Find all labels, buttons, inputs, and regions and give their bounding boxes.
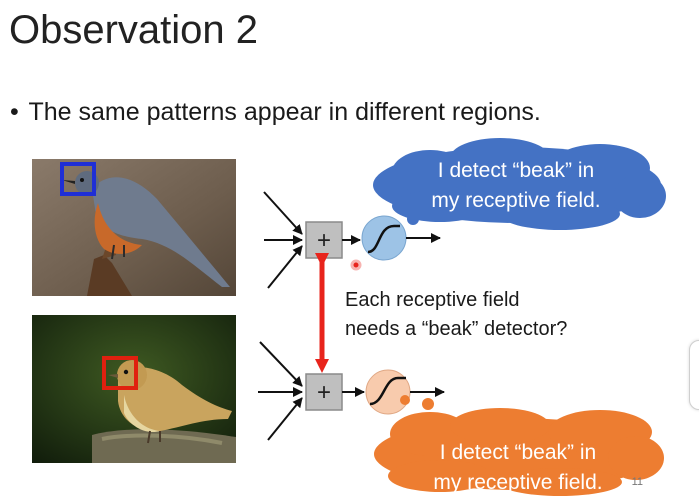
- cloud-top-line1: I detect “beak” in: [437, 159, 595, 182]
- top-neuron-inputs: [263, 191, 303, 289]
- pointer-dot: [350, 259, 362, 271]
- bottom-neuron-inputs: [258, 341, 303, 441]
- side-scroll-handle[interactable]: [689, 340, 699, 410]
- cloud-top-line2: my receptive field.: [431, 189, 601, 212]
- cloud-bottom-line1: I detect “beak” in: [439, 441, 597, 464]
- diagram: + +: [258, 138, 666, 496]
- cloud-bottom-text: I detect “beak” in my receptive field.: [392, 438, 644, 498]
- cloud-bottom-line2: my receptive field.: [433, 471, 603, 494]
- question-note-line2: needs a “beak” detector?: [345, 318, 568, 340]
- question-note: Each receptive field needs a “beak” dete…: [345, 286, 567, 344]
- neuron-top: [361, 215, 407, 261]
- cloud-top-text: I detect “beak” in my receptive field.: [390, 156, 642, 216]
- page-number: 11: [631, 476, 643, 488]
- neuron-bottom: [365, 369, 411, 415]
- question-note-line1: Each receptive field: [345, 289, 520, 311]
- plus-sign-top: +: [317, 227, 331, 254]
- plus-sign-bottom: +: [317, 379, 331, 406]
